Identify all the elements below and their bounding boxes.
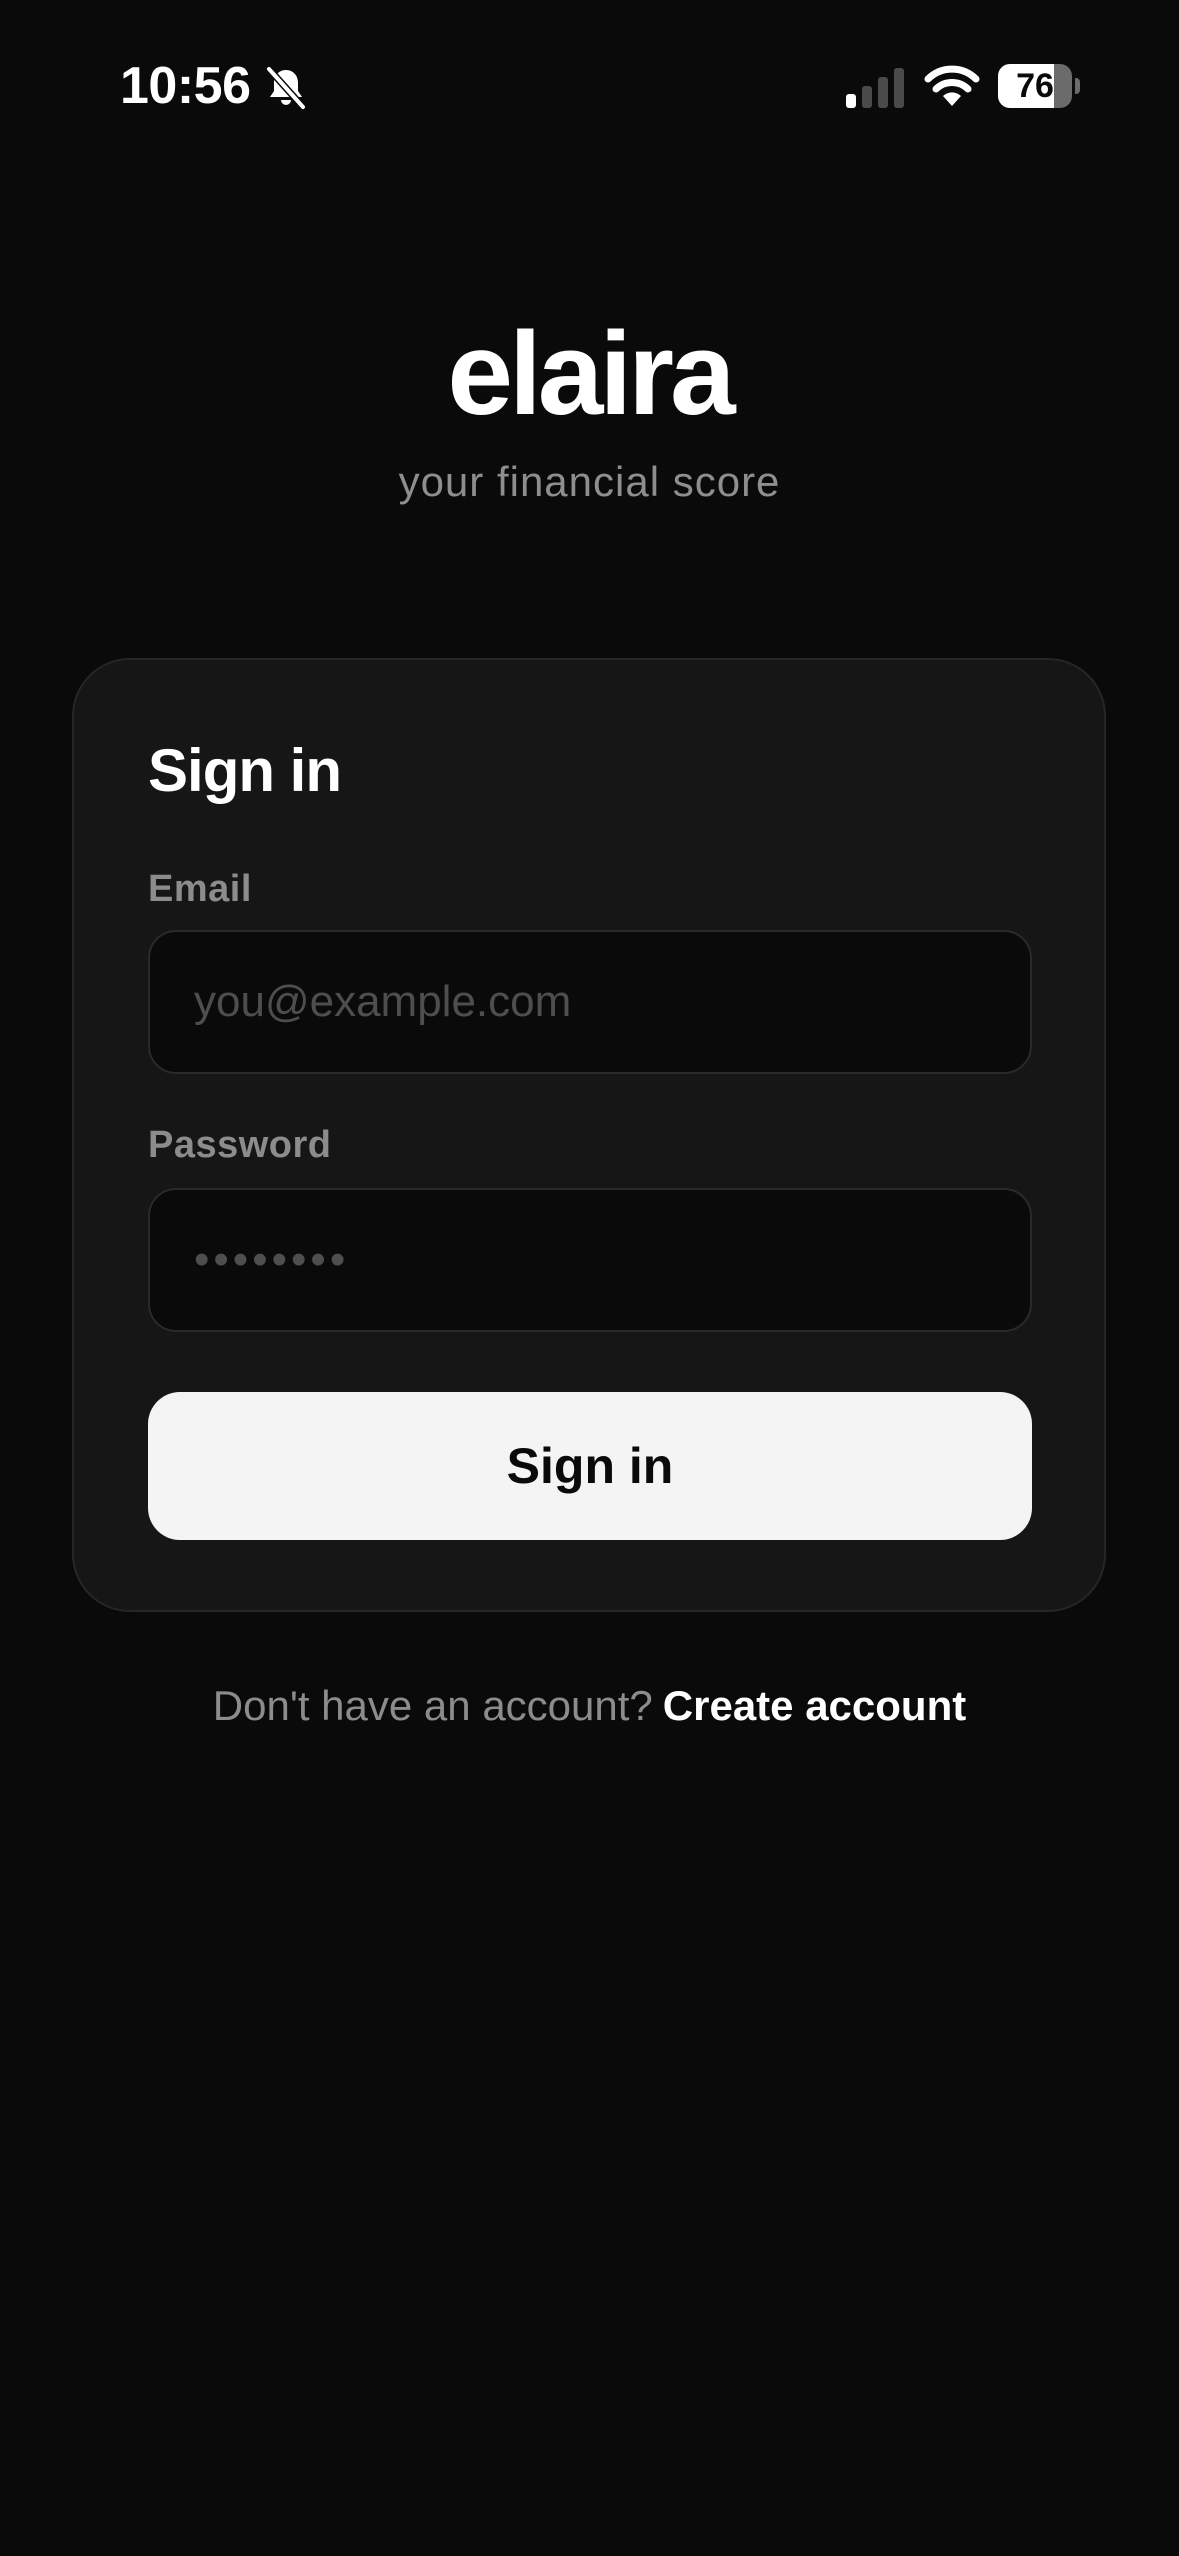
battery-icon: 76	[998, 64, 1080, 108]
brand-logo: elaira	[447, 308, 735, 440]
card-title: Sign in	[148, 737, 342, 804]
status-bar: 10:56 76	[0, 0, 1179, 170]
signup-prompt-text: Don't have an account?	[212, 1682, 653, 1729]
bell-slash-icon	[265, 65, 307, 111]
signin-card: Sign in Email Password Sign in	[72, 658, 1106, 1612]
create-account-link[interactable]: Create account	[663, 1682, 966, 1729]
wifi-icon	[924, 65, 980, 106]
brand-tagline: your financial score	[398, 458, 781, 505]
password-label: Password	[148, 1124, 332, 1166]
status-time: 10:56	[120, 57, 251, 115]
battery-level: 76	[1016, 67, 1054, 105]
battery-cap	[1075, 78, 1080, 94]
email-field[interactable]	[148, 930, 1032, 1074]
email-label: Email	[148, 868, 252, 910]
battery-body: 76	[998, 64, 1072, 108]
cellular-signal-icon	[846, 68, 904, 108]
sign-in-button[interactable]: Sign in	[148, 1392, 1032, 1540]
password-field[interactable]	[148, 1188, 1032, 1332]
signup-prompt: Don't have an account? Create account	[0, 1682, 1179, 1730]
